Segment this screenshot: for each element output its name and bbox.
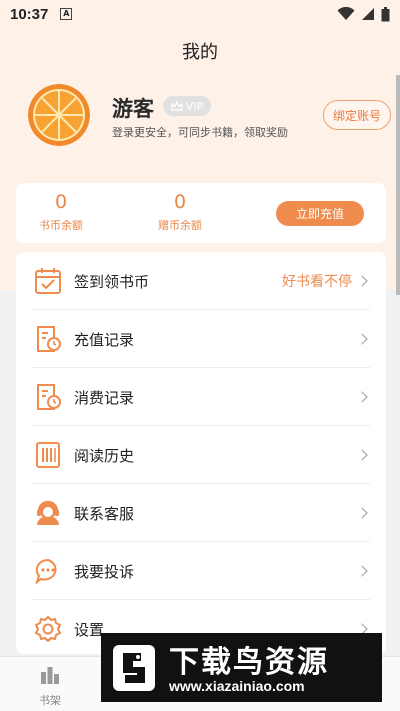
chevron-right-icon bbox=[356, 391, 368, 403]
gift-coin-label: 赠币余额 bbox=[158, 219, 202, 232]
menu-list: 签到领书币 好书看不停 充值记录 消费记录 阅读历史 联系客服 我要投诉 设置 bbox=[16, 252, 386, 654]
recharge-button[interactable]: 立即充值 bbox=[276, 201, 364, 226]
menu-label: 消费记录 bbox=[74, 388, 135, 407]
menu-label: 联系客服 bbox=[74, 504, 135, 523]
book-coin-label: 书币余额 bbox=[39, 219, 83, 232]
menu-label: 签到领书币 bbox=[74, 272, 150, 291]
gift-coin-value: 0 bbox=[173, 191, 187, 213]
profile-subtitle: 登录更安全，可同步书籍，领取奖励 bbox=[112, 126, 288, 139]
menu-label: 设置 bbox=[74, 620, 105, 639]
vip-badge: VIP bbox=[163, 96, 211, 116]
signal-icon bbox=[362, 8, 374, 20]
tab-label: 书架 bbox=[39, 694, 61, 707]
crown-icon bbox=[171, 101, 183, 111]
gift-coin-balance[interactable]: 0 赠币余额 bbox=[140, 191, 220, 233]
book-history-icon bbox=[36, 442, 60, 468]
chevron-right-icon bbox=[356, 565, 368, 577]
watermark-banner: 下载鸟资源 www.xiazainiao.com bbox=[101, 633, 382, 702]
chevron-right-icon bbox=[356, 275, 368, 287]
vip-label: VIP bbox=[185, 99, 204, 113]
balance-card: 0 书币余额 0 赠币余额 立即充值 bbox=[16, 183, 386, 243]
menu-label: 我要投诉 bbox=[74, 562, 135, 581]
gear-icon bbox=[35, 616, 61, 642]
app-notification-icon: A bbox=[60, 8, 73, 20]
status-bar: 10:37 A bbox=[0, 0, 400, 28]
chevron-right-icon bbox=[356, 507, 368, 519]
menu-item-checkin[interactable]: 签到领书币 好书看不停 bbox=[16, 252, 386, 310]
receipt-clock-icon bbox=[37, 326, 61, 352]
chevron-right-icon bbox=[356, 333, 368, 345]
status-time: 10:37 bbox=[10, 5, 49, 23]
bind-account-button[interactable]: 绑定账号 bbox=[323, 100, 391, 130]
avatar-orange-icon[interactable] bbox=[28, 84, 90, 146]
menu-item-customer-service[interactable]: 联系客服 bbox=[16, 484, 386, 542]
chat-bubble-icon bbox=[35, 558, 57, 585]
menu-item-complaint[interactable]: 我要投诉 bbox=[16, 542, 386, 600]
receipt-clock-icon bbox=[37, 384, 61, 410]
bird-logo-icon bbox=[113, 645, 155, 691]
menu-extra-text: 好书看不停 bbox=[282, 274, 352, 290]
wifi-icon bbox=[337, 7, 355, 20]
book-coin-value: 0 bbox=[54, 191, 68, 213]
scrollbar[interactable] bbox=[396, 75, 400, 295]
customer-service-icon bbox=[37, 500, 59, 525]
watermark-title: 下载鸟资源 bbox=[169, 645, 329, 680]
menu-label: 充值记录 bbox=[74, 330, 135, 349]
watermark-url: www.xiazainiao.com bbox=[169, 678, 305, 694]
book-coin-balance[interactable]: 0 书币余额 bbox=[21, 191, 101, 233]
calendar-check-icon bbox=[35, 268, 61, 294]
menu-label: 阅读历史 bbox=[74, 446, 135, 465]
bookshelf-icon bbox=[41, 667, 59, 684]
menu-item-spending-history[interactable]: 消费记录 bbox=[16, 368, 386, 426]
page-title: 我的 bbox=[182, 42, 218, 63]
username: 游客 bbox=[112, 97, 154, 121]
menu-item-reading-history[interactable]: 阅读历史 bbox=[16, 426, 386, 484]
tab-bookshelf[interactable]: 书架 bbox=[0, 657, 100, 711]
menu-item-recharge-history[interactable]: 充值记录 bbox=[16, 310, 386, 368]
chevron-right-icon bbox=[356, 449, 368, 461]
battery-icon bbox=[381, 6, 390, 21]
